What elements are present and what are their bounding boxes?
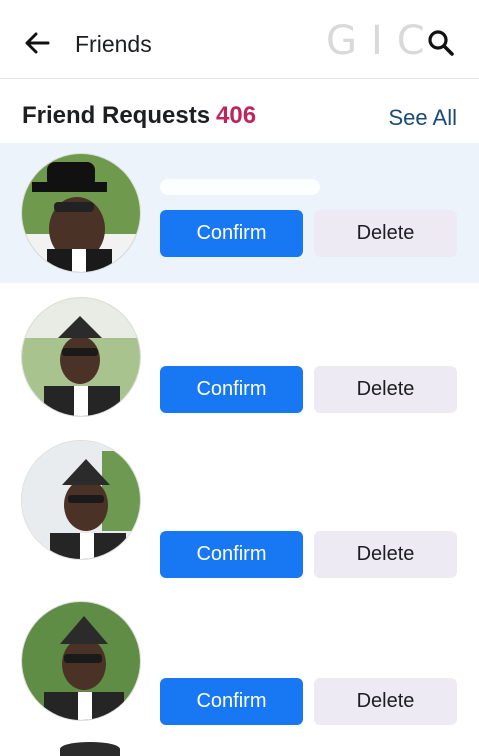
watermark-text: GIC [326,18,439,64]
delete-button[interactable]: Delete [314,210,457,257]
avatar[interactable] [21,440,141,560]
back-arrow-icon[interactable] [24,30,50,56]
confirm-button[interactable]: Confirm [160,210,303,257]
confirm-button[interactable]: Confirm [160,531,303,578]
delete-button[interactable]: Delete [314,678,457,725]
request-count: 406 [216,102,257,129]
friend-request-row: Confirm Delete [0,593,479,733]
avatar[interactable] [21,297,141,417]
friend-request-row: Confirm Delete [0,143,479,283]
page-title: Friends [75,31,152,57]
section-title-text: Friend Requests [22,102,211,129]
friend-requests-header: Friend Requests 406 See All [0,92,479,142]
friend-request-row: Confirm Delete [0,433,479,593]
section-title: Friend Requests 406 [22,102,256,130]
delete-button[interactable]: Delete [314,366,457,413]
see-all-link[interactable]: See All [389,105,458,131]
search-icon[interactable] [427,29,455,57]
confirm-button[interactable]: Confirm [160,366,303,413]
delete-button[interactable]: Delete [314,531,457,578]
confirm-button[interactable]: Confirm [160,678,303,725]
avatar[interactable] [21,601,141,721]
name-redaction [160,179,320,195]
top-bar: Friends GIC [0,0,479,79]
next-avatar-peek [60,742,120,756]
friend-request-row: Confirm Delete [0,283,479,433]
avatar[interactable] [21,153,141,273]
